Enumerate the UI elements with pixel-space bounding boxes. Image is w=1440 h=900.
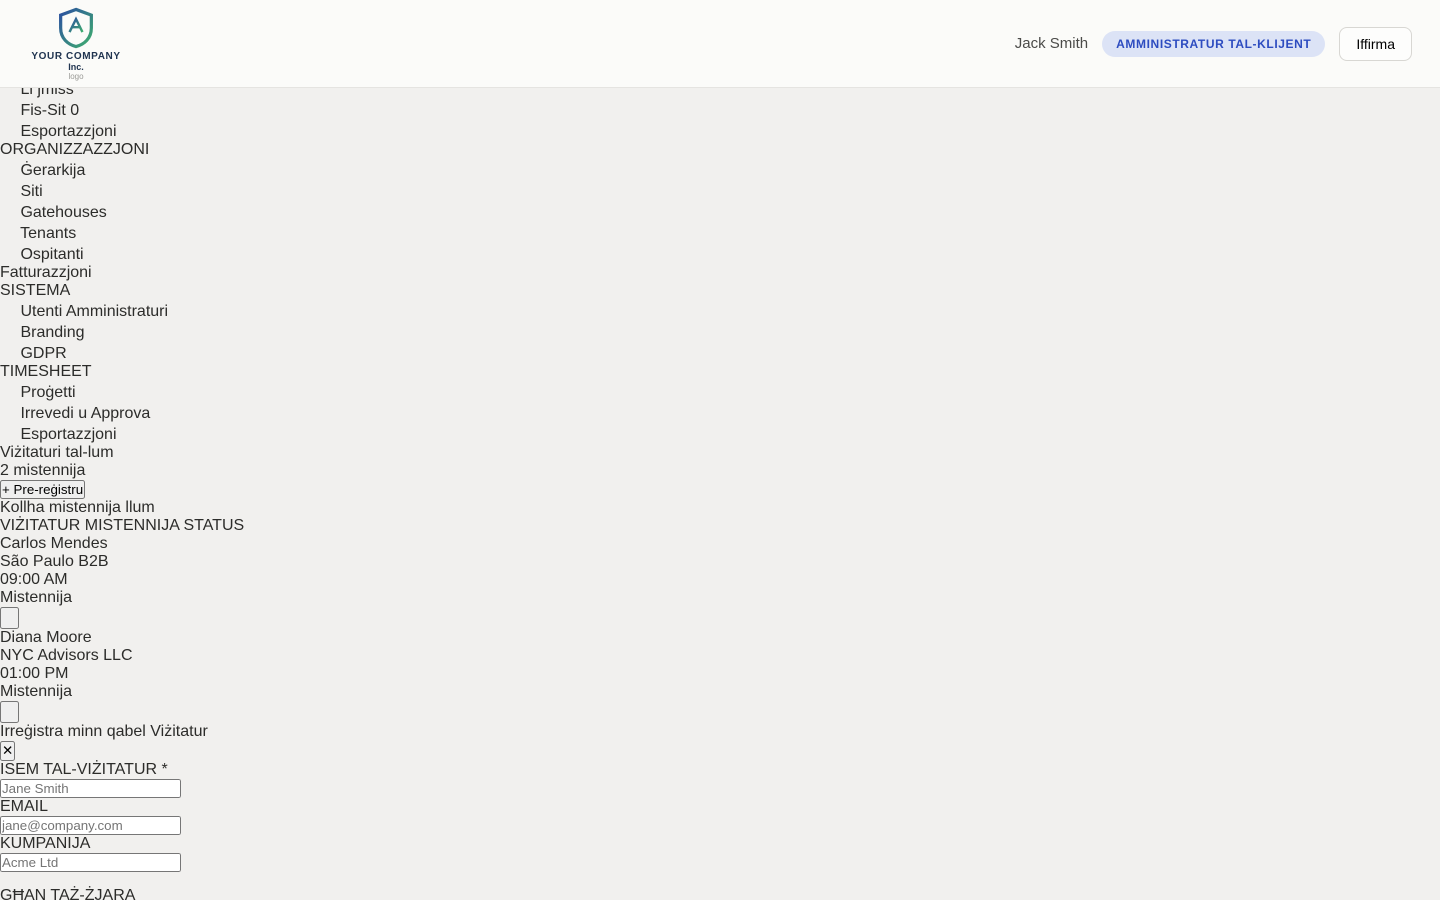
logo-shield-icon	[56, 7, 96, 49]
sidebar-item-label: Fis-Sit	[20, 102, 65, 119]
page-title: Viżitaturi tal-lum	[0, 444, 1440, 462]
sidebar-item-label: Proġetti	[20, 384, 75, 401]
status-badge: Mistennija	[0, 683, 72, 700]
column-visitor: VIŻITATUR	[0, 517, 80, 534]
user-name: Jack Smith	[1015, 35, 1088, 52]
preregister-modal: Irreġistra minn qabel Viżitatur ✕ ISEM T…	[0, 723, 1440, 900]
visitor-name: Diana Moore	[0, 629, 1440, 647]
trash-icon	[2, 703, 17, 718]
download-icon	[0, 120, 16, 136]
sidebar-item-hierarchy[interactable]: Ġerarkija	[0, 159, 1440, 180]
sidebar-item-export-visitors[interactable]: Esportazzjoni	[0, 120, 1440, 141]
page-subtitle: 2 mistennija	[0, 462, 1440, 480]
purpose-label: GĦAN TAŻ-ŻJARA	[0, 887, 1440, 900]
sidebar-item-billing[interactable]: Fatturazzjoni	[0, 264, 1440, 282]
sidebar-item-label: Esportazzjoni	[20, 426, 116, 443]
sidebar-item-onsite[interactable]: Fis-Sit 0	[0, 99, 1440, 120]
delete-visitor-button[interactable]	[0, 701, 19, 723]
sidebar-item-export-timesheet[interactable]: Esportazzjoni	[0, 423, 1440, 444]
target-icon	[0, 321, 16, 337]
sidebar-item-branding[interactable]: Branding	[0, 321, 1440, 342]
section-system: SISTEMA	[0, 282, 1440, 300]
sidebar-item-label: Gatehouses	[20, 204, 106, 221]
status-badge: Mistennija	[0, 589, 72, 606]
shield-icon	[0, 300, 16, 316]
person-icon	[0, 243, 16, 259]
preregister-button[interactable]: + Pre-reġistru	[0, 480, 85, 499]
company-field[interactable]	[0, 853, 181, 872]
expected-time: 09:00 AM	[0, 571, 1440, 589]
map-pin-icon	[0, 99, 16, 115]
sidebar-item-tenants[interactable]: Tenants	[0, 222, 1440, 243]
visitor-company: NYC Advisors LLC	[0, 647, 1440, 665]
onsite-count-badge: 0	[70, 102, 79, 119]
sidebar-item-label: Ospitanti	[20, 246, 83, 263]
card-title: Kollha mistennija llum	[0, 499, 1440, 517]
sidebar-item-hosts[interactable]: Ospitanti	[0, 243, 1440, 264]
email-field[interactable]	[0, 816, 181, 835]
sidebar-item-label: Siti	[20, 183, 42, 200]
home-icon	[0, 180, 16, 196]
brand-name: YOUR COMPANY	[31, 51, 120, 62]
column-status: STATUS	[183, 517, 244, 534]
sidebar-item-admin-users[interactable]: Utenti Amministraturi	[0, 300, 1440, 321]
visitor-company: São Paulo B2B	[0, 553, 1440, 571]
section-timesheet: TIMESHEET	[0, 363, 1440, 381]
section-organization: ORGANIZZAZZJONI	[0, 141, 1440, 159]
sidebar-item-projects[interactable]: Proġetti	[0, 381, 1440, 402]
close-icon[interactable]: ✕	[0, 741, 15, 761]
top-header: YOUR COMPANY Inc. logo Jack Smith AMMINI…	[0, 0, 1440, 88]
sidebar-item-label: Utenti Amministraturi	[20, 303, 168, 320]
role-badge: AMMINISTRATUR TAL-KLIJENT	[1102, 31, 1325, 57]
brand-tagline: logo	[68, 72, 83, 81]
sidebar-item-gatehouses[interactable]: Gatehouses	[0, 201, 1440, 222]
table-row: Diana Moore NYC Advisors LLC 01:00 PM Mi…	[0, 629, 1440, 723]
sidebar-item-label: Irrevedi u Approva	[20, 405, 150, 422]
main-content: Viżitaturi tal-lum 2 mistennija + Pre-re…	[0, 444, 1440, 723]
trash-icon	[2, 609, 17, 624]
visitor-name: Carlos Mendes	[0, 535, 1440, 553]
office-icon	[0, 222, 16, 238]
check-square-icon	[0, 402, 16, 418]
download-icon	[0, 423, 16, 439]
modal-title: Irreġistra minn qabel Viżitatur	[0, 723, 1440, 741]
sidebar-item-label: GDPR	[20, 345, 66, 362]
sidebar-item-sites[interactable]: Siti	[0, 180, 1440, 201]
expected-today-card: Kollha mistennija llum VIŻITATUR MISTENN…	[0, 499, 1440, 723]
sign-out-button[interactable]: Iffirma	[1339, 27, 1412, 61]
sidebar-item-label: Ġerarkija	[20, 162, 85, 179]
folder-icon	[0, 381, 16, 397]
sidebar-item-label: Fatturazzjoni	[0, 264, 92, 281]
sidebar-item-label: Esportazzjoni	[20, 123, 116, 140]
visitor-name-label: ISEM TAL-VIŻITATUR *	[0, 761, 1440, 779]
email-label: EMAIL	[0, 798, 1440, 816]
building-icon	[0, 201, 16, 217]
sidebar-item-label: Branding	[20, 324, 84, 341]
company-label: KUMPANIJA	[0, 835, 1440, 853]
column-expected: MISTENNIJA	[85, 517, 179, 534]
sidebar-item-review-approve[interactable]: Irrevedi u Approva	[0, 402, 1440, 423]
delete-visitor-button[interactable]	[0, 607, 19, 629]
visitor-name-field[interactable]	[0, 779, 181, 798]
expected-time: 01:00 PM	[0, 665, 1440, 683]
company-logo: YOUR COMPANY Inc. logo	[28, 7, 124, 81]
table-header: VIŻITATUR MISTENNIJA STATUS	[0, 517, 1440, 535]
shield-check-icon	[0, 342, 16, 358]
hierarchy-icon	[0, 159, 16, 175]
brand-suffix: Inc.	[68, 62, 84, 72]
table-row: Carlos Mendes São Paulo B2B 09:00 AM Mis…	[0, 535, 1440, 629]
sidebar-item-label: Tenants	[20, 225, 76, 242]
sidebar-item-gdpr[interactable]: GDPR	[0, 342, 1440, 363]
